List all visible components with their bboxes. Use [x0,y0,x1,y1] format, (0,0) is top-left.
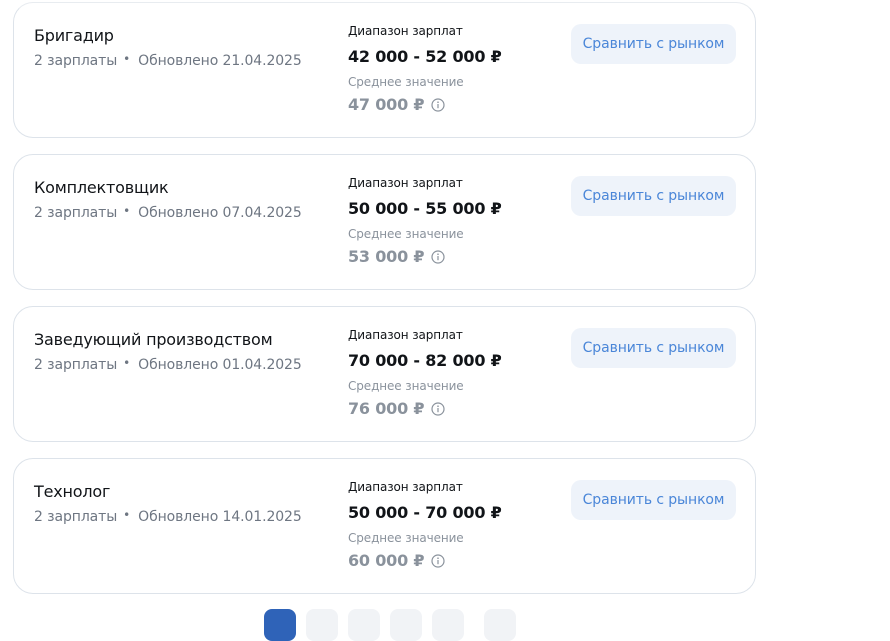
compare-with-market-button[interactable]: Сравнить с рынком [571,480,736,520]
average-value: 76 000 ₽ [348,399,425,418]
average-label: Среднее значение [348,531,464,545]
range-label: Диапазон зарплат [348,480,463,494]
card-meta: 2 зарплаты • Обновлено 07.04.2025 [34,205,302,221]
compare-with-market-button[interactable]: Сравнить с рынком [571,24,736,64]
page-button[interactable] [432,609,464,641]
average-label: Среднее значение [348,379,464,393]
info-icon[interactable] [431,401,445,416]
average-value: 53 000 ₽ [348,247,425,266]
salary-card-list: Бригадир 2 зарплаты • Обновлено 21.04.20… [13,2,756,610]
page-button[interactable] [484,609,516,641]
average-value-row: 60 000 ₽ [348,551,445,570]
salary-count: 2 зарплаты [34,357,118,373]
average-label: Среднее значение [348,75,464,89]
page-button[interactable] [390,609,422,641]
average-value: 47 000 ₽ [348,95,425,114]
range-label: Диапазон зарплат [348,24,463,38]
average-value-row: 76 000 ₽ [348,399,445,418]
job-title: Комплектовщик [34,178,169,197]
range-value: 50 000 - 70 000 ₽ [348,503,502,522]
pagination [264,609,516,641]
compare-with-market-button[interactable]: Сравнить с рынком [571,328,736,368]
range-value: 70 000 - 82 000 ₽ [348,351,502,370]
meta-separator: • [123,508,131,522]
meta-separator: • [123,204,131,218]
range-value: 50 000 - 55 000 ₽ [348,199,502,218]
salary-card: Комплектовщик 2 зарплаты • Обновлено 07.… [13,154,756,290]
info-icon[interactable] [431,553,445,568]
average-value: 60 000 ₽ [348,551,425,570]
compare-with-market-button[interactable]: Сравнить с рынком [571,176,736,216]
updated-date: Обновлено 21.04.2025 [138,53,302,69]
range-value: 42 000 - 52 000 ₽ [348,47,502,66]
salary-card: Технолог 2 зарплаты • Обновлено 14.01.20… [13,458,756,594]
card-meta: 2 зарплаты • Обновлено 01.04.2025 [34,357,302,373]
average-label: Среднее значение [348,227,464,241]
salary-card: Бригадир 2 зарплаты • Обновлено 21.04.20… [13,2,756,138]
range-label: Диапазон зарплат [348,328,463,342]
page-button-active[interactable] [264,609,296,641]
job-title: Заведующий производством [34,330,273,349]
card-meta: 2 зарплаты • Обновлено 21.04.2025 [34,53,302,69]
salary-count: 2 зарплаты [34,205,118,221]
range-label: Диапазон зарплат [348,176,463,190]
salary-count: 2 зарплаты [34,509,118,525]
meta-separator: • [123,356,131,370]
salary-count: 2 зарплаты [34,53,118,69]
info-icon[interactable] [431,97,445,112]
average-value-row: 53 000 ₽ [348,247,445,266]
page-button[interactable] [306,609,338,641]
card-meta: 2 зарплаты • Обновлено 14.01.2025 [34,509,302,525]
page-button[interactable] [348,609,380,641]
updated-date: Обновлено 01.04.2025 [138,357,302,373]
info-icon[interactable] [431,249,445,264]
updated-date: Обновлено 07.04.2025 [138,205,302,221]
updated-date: Обновлено 14.01.2025 [138,509,302,525]
job-title: Бригадир [34,26,114,45]
job-title: Технолог [34,482,111,501]
salary-card: Заведующий производством 2 зарплаты • Об… [13,306,756,442]
average-value-row: 47 000 ₽ [348,95,445,114]
meta-separator: • [123,52,131,66]
